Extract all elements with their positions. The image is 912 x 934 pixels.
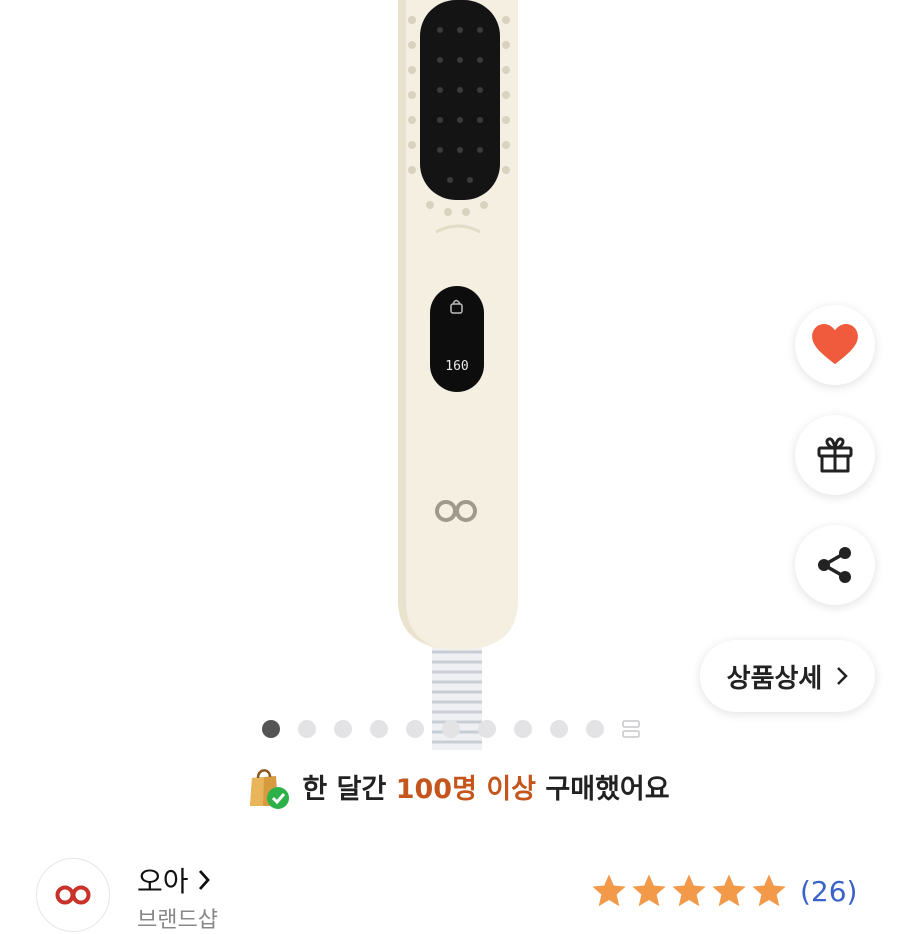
heart-icon [812,324,858,365]
product-detail-button[interactable]: 상품상세 [700,640,875,712]
share-button[interactable] [795,525,875,605]
carousel-dot[interactable] [586,720,604,738]
carousel-dot[interactable] [370,720,388,738]
grid-view-icon[interactable] [622,720,640,738]
shopping-bag-check-icon [250,769,290,809]
banner-suffix: 구매했어요 [545,773,670,805]
like-button[interactable] [795,305,875,385]
carousel-dot[interactable] [406,720,424,738]
chevron-right-icon [198,870,210,890]
carousel-dot[interactable] [514,720,532,738]
gift-button[interactable] [795,415,875,495]
carousel-dot[interactable] [478,720,496,738]
carousel-dot[interactable] [442,720,460,738]
banner-highlight: 100명 이상 [395,773,536,805]
gift-icon [817,437,853,473]
carousel-dot[interactable] [334,720,352,738]
rating-summary[interactable]: (26) [590,872,857,910]
seller-name: 오아 [137,865,189,898]
review-count[interactable]: (26) [800,875,857,908]
carousel-dot[interactable] [298,720,316,738]
seller-logo-wrap[interactable] [36,858,110,932]
share-icon [818,547,851,583]
product-detail-label: 상품상세 [726,663,823,694]
seller-avatar[interactable] [36,858,110,932]
seller-name-link[interactable]: 오아 [137,860,211,900]
temperature-readout: 160 [445,359,468,374]
carousel-dot[interactable] [262,720,280,738]
star-icon [632,874,666,907]
seller-subtitle: 브랜드샵 [137,908,218,933]
chevron-right-icon [837,667,849,685]
carousel-dot[interactable] [550,720,568,738]
star-icon [672,874,706,907]
star-icon [752,874,786,907]
banner-prefix: 한 달간 [302,773,387,805]
brand-logo-icon [55,885,91,905]
purchase-count-banner: 한 달간 100명 이상 구매했어요 [0,756,912,816]
star-icon [592,874,626,907]
carousel-indicator[interactable] [262,720,640,738]
star-icon [712,874,746,907]
